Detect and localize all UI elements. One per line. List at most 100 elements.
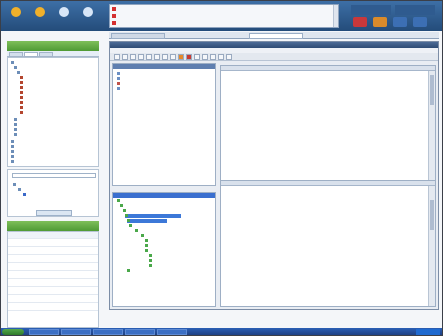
table-scrollbar[interactable]: [428, 71, 435, 191]
forward-icon[interactable]: [138, 54, 144, 60]
tool-icon[interactable]: [226, 54, 232, 60]
node-icon: [145, 244, 148, 247]
tree-node[interactable]: [129, 224, 133, 228]
alarm-table-current: [220, 65, 436, 192]
tree-node[interactable]: [11, 159, 16, 164]
list-item[interactable]: [8, 248, 98, 255]
alarm-row[interactable]: [112, 20, 336, 26]
tab-element-manager[interactable]: [249, 33, 303, 39]
tool-icon[interactable]: [170, 54, 176, 60]
find-button[interactable]: [36, 210, 72, 216]
device-icon: [23, 192, 26, 196]
header-button-1[interactable]: [7, 5, 25, 25]
alarm-row[interactable]: [112, 6, 336, 12]
object-icon: [117, 76, 120, 80]
header-button-2[interactable]: [31, 5, 49, 25]
alarm-count-minor[interactable]: [393, 17, 407, 27]
tree-node[interactable]: [149, 254, 153, 258]
object-pane-header: [113, 64, 215, 69]
tool-icon[interactable]: [154, 54, 160, 60]
critical-alarm-icon: [112, 14, 116, 18]
tree-node[interactable]: [20, 110, 25, 115]
tree-node[interactable]: [149, 264, 153, 268]
windows-taskbar: [1, 328, 442, 335]
folder-icon: [11, 149, 14, 153]
tree-node[interactable]: [120, 204, 124, 208]
navigation-tree[interactable]: [7, 57, 99, 167]
tab-home[interactable]: [111, 33, 165, 39]
favorites-list[interactable]: [7, 231, 99, 328]
node-icon: [149, 264, 152, 267]
list-item[interactable]: [8, 256, 98, 263]
tool-icon[interactable]: [218, 54, 224, 60]
device-icon: [20, 80, 23, 84]
taskbar-item[interactable]: [93, 329, 123, 335]
taskbar-item[interactable]: [157, 329, 187, 335]
tree-node[interactable]: [149, 259, 153, 263]
folder-icon: [14, 122, 17, 126]
tool-icon[interactable]: [194, 54, 200, 60]
list-item[interactable]: [8, 272, 98, 279]
tree-node[interactable]: [14, 132, 19, 137]
tree-pane-header: [113, 193, 215, 198]
alarm-count-major[interactable]: [373, 17, 387, 27]
tree-node[interactable]: [145, 244, 149, 248]
tree-node[interactable]: [145, 249, 149, 253]
home-icon: [11, 7, 21, 17]
taskbar-item[interactable]: [125, 329, 155, 335]
object-pane: [112, 63, 216, 186]
alarm-icon[interactable]: [178, 54, 184, 60]
folder-icon: [17, 70, 20, 74]
list-item[interactable]: [8, 296, 98, 303]
back-icon[interactable]: [130, 54, 136, 60]
taskbar-item[interactable]: [29, 329, 59, 335]
tree-node[interactable]: [145, 239, 149, 243]
list-item[interactable]: [8, 280, 98, 287]
scroll-thumb[interactable]: [430, 75, 434, 105]
tree-node[interactable]: [141, 234, 145, 238]
list-item[interactable]: [8, 232, 98, 239]
main-tabbar: [109, 32, 439, 39]
header-button-4[interactable]: [79, 5, 97, 25]
alarm-count-critical[interactable]: [353, 17, 367, 27]
find-result[interactable]: [23, 192, 28, 197]
save-icon[interactable]: [114, 54, 120, 60]
tree-node[interactable]: [127, 269, 131, 273]
folder-icon: [11, 139, 14, 143]
tree-node-selected[interactable]: [125, 214, 181, 218]
tool-icon[interactable]: [162, 54, 168, 60]
refresh-icon[interactable]: [122, 54, 128, 60]
folder-icon: [14, 117, 17, 121]
find-input[interactable]: [12, 173, 96, 178]
tree-node[interactable]: [123, 209, 127, 213]
tree-node[interactable]: [117, 199, 121, 203]
list-item[interactable]: [8, 264, 98, 271]
node-icon: [127, 269, 130, 272]
node-icon: [141, 234, 144, 237]
tool-icon[interactable]: [146, 54, 152, 60]
list-item[interactable]: [117, 86, 122, 91]
alarm-row[interactable]: [112, 13, 336, 19]
tool-icon[interactable]: [210, 54, 216, 60]
table-scrollbar[interactable]: [428, 186, 435, 306]
table-header: [221, 181, 435, 186]
tree-node-selected[interactable]: [127, 219, 167, 223]
taskbar-item[interactable]: [61, 329, 91, 335]
folder-icon: [11, 154, 14, 158]
alarm-scrollbar[interactable]: [333, 5, 338, 27]
user-info: [351, 5, 391, 15]
stop-icon[interactable]: [186, 54, 192, 60]
list-item[interactable]: [8, 240, 98, 247]
header-button-3[interactable]: [55, 5, 73, 25]
tree-node[interactable]: [135, 229, 139, 233]
tool-icon[interactable]: [202, 54, 208, 60]
critical-alarm-icon: [112, 21, 116, 25]
list-item[interactable]: [8, 304, 98, 311]
list-item[interactable]: [8, 288, 98, 295]
navigation-header: [7, 41, 99, 51]
alarm-ticker[interactable]: [109, 4, 339, 28]
start-button[interactable]: [2, 329, 24, 335]
scroll-thumb[interactable]: [430, 200, 434, 230]
alarm-count-warning[interactable]: [413, 17, 427, 27]
device-icon: [20, 90, 23, 94]
